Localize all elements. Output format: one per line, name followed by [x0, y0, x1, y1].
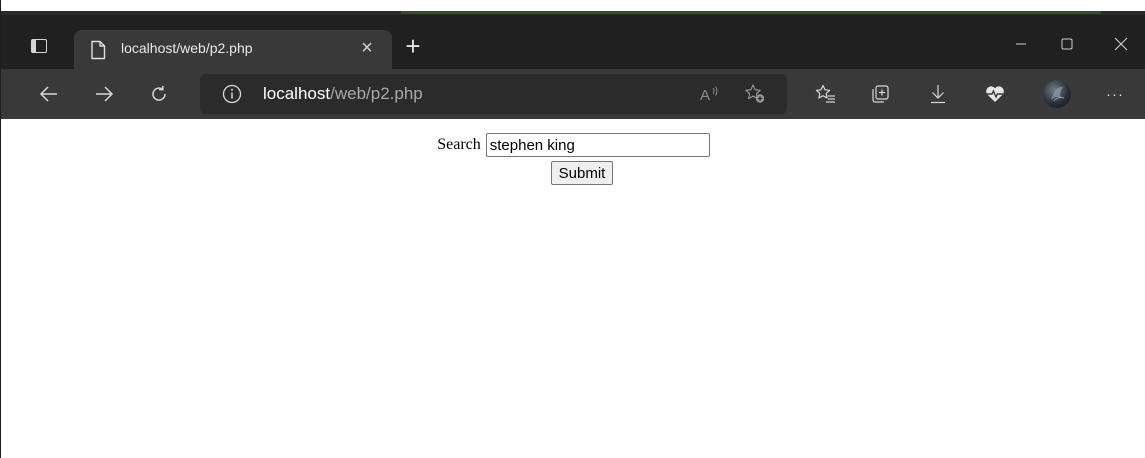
- collections-icon: [872, 85, 889, 103]
- new-tab-button[interactable]: +: [398, 32, 428, 62]
- tab-actions-icon: [31, 39, 47, 53]
- search-form: Search Submit: [1, 131, 1145, 185]
- browser-window: localhost/web/p2.php × + localhost/web/p…: [0, 0, 1145, 458]
- favorites-icon: [815, 84, 835, 103]
- collections-button[interactable]: [868, 82, 892, 106]
- health-button[interactable]: [983, 82, 1007, 106]
- tab-active[interactable]: localhost/web/p2.php ×: [74, 30, 392, 69]
- refresh-button[interactable]: [143, 78, 175, 110]
- health-icon: [986, 86, 1004, 102]
- maximize-button[interactable]: [1044, 30, 1090, 58]
- url-path: /web/p2.php: [330, 84, 423, 103]
- avatar[interactable]: [1043, 80, 1071, 108]
- close-icon[interactable]: ×: [356, 37, 378, 59]
- info-icon[interactable]: [222, 84, 242, 104]
- submit-button[interactable]: Submit: [550, 161, 614, 185]
- url-host: localhost: [263, 84, 331, 103]
- maximize-icon: [1061, 38, 1073, 50]
- toolbar: localhost/web/p2.php A ···: [1, 69, 1145, 119]
- minimize-icon: [1016, 43, 1026, 45]
- tab-actions-button[interactable]: [23, 31, 55, 61]
- add-favorite-icon[interactable]: [744, 83, 766, 105]
- search-label: Search: [437, 136, 481, 153]
- page-content: Search Submit: [1, 119, 1145, 458]
- address-bar[interactable]: localhost/web/p2.php A: [200, 74, 787, 114]
- more-button[interactable]: ···: [1103, 82, 1127, 106]
- downloads-button[interactable]: [926, 82, 950, 106]
- title-bar: localhost/web/p2.php × +: [1, 15, 1145, 69]
- refresh-icon: [152, 85, 166, 101]
- window-close-button[interactable]: [1098, 30, 1144, 58]
- downloads-icon: [931, 85, 945, 104]
- svg-text:A: A: [700, 87, 710, 104]
- read-aloud-icon[interactable]: A: [699, 83, 721, 105]
- window-close-icon: [1114, 37, 1128, 51]
- page-icon: [91, 40, 106, 60]
- search-input[interactable]: [485, 133, 710, 157]
- favorites-button[interactable]: [814, 82, 838, 106]
- plus-icon: +: [405, 31, 421, 61]
- back-icon: [39, 86, 57, 102]
- back-button[interactable]: [33, 78, 65, 110]
- tab-title: localhost/web/p2.php: [121, 40, 253, 56]
- minimize-button[interactable]: [998, 30, 1044, 58]
- forward-button[interactable]: [88, 78, 120, 110]
- forward-icon: [96, 86, 114, 102]
- more-icon: ···: [1106, 85, 1124, 103]
- url-text[interactable]: localhost/web/p2.php: [263, 84, 423, 104]
- desktop-strip: [1, 0, 1145, 15]
